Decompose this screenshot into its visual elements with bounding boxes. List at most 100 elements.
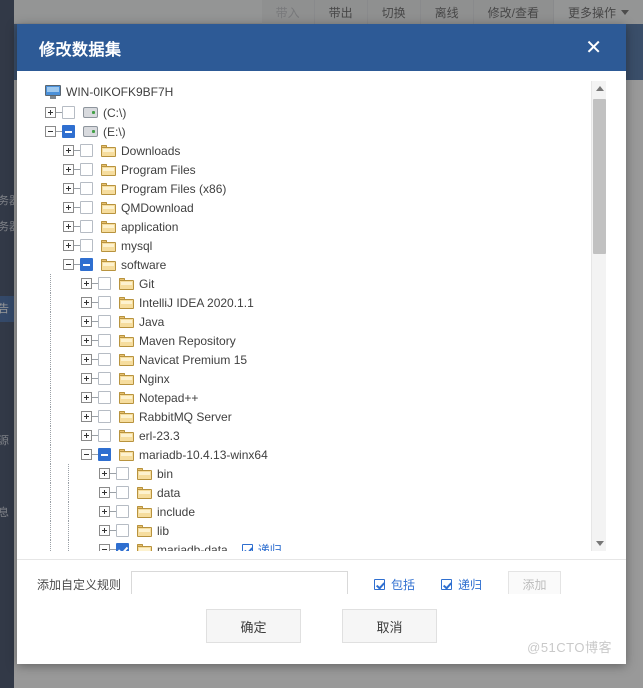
tree-node-checkbox[interactable] xyxy=(62,106,75,119)
include-checkbox[interactable]: 包括 xyxy=(374,576,415,593)
expand-icon[interactable] xyxy=(81,411,92,422)
expand-icon[interactable] xyxy=(63,240,74,251)
tree-node[interactable]: Notepad++ xyxy=(37,388,584,407)
tree-node[interactable]: Program Files xyxy=(37,160,584,179)
close-icon[interactable]: ✕ xyxy=(581,36,606,60)
tree-node[interactable]: Java xyxy=(37,312,584,331)
custom-rule-input[interactable] xyxy=(131,571,349,594)
expand-icon[interactable] xyxy=(81,392,92,403)
tree-indent xyxy=(37,350,81,369)
tree-node[interactable]: QMDownload xyxy=(37,198,584,217)
expand-icon[interactable] xyxy=(99,487,110,498)
scroll-up-icon[interactable] xyxy=(592,81,606,96)
tree-node-checkbox[interactable] xyxy=(80,144,93,157)
tree-node-checkbox[interactable] xyxy=(98,315,111,328)
tree-node-checkbox[interactable] xyxy=(80,182,93,195)
expand-icon[interactable] xyxy=(81,430,92,441)
tree-node-label: Java xyxy=(139,314,165,329)
folder-icon xyxy=(137,505,152,518)
tree-guide-line xyxy=(50,312,51,331)
tree-node-checkbox[interactable] xyxy=(98,296,111,309)
expand-icon[interactable] xyxy=(99,506,110,517)
tree-node[interactable]: mysql xyxy=(37,236,584,255)
file-tree[interactable]: WIN-0IKOFK9BF7H (C:\) (E:\) Downloads Progra… xyxy=(37,81,584,551)
expand-icon[interactable] xyxy=(63,202,74,213)
expand-icon[interactable] xyxy=(81,354,92,365)
tree-node-checkbox[interactable] xyxy=(98,372,111,385)
tree-node-checkbox[interactable] xyxy=(80,239,93,252)
tree-node-checkbox[interactable] xyxy=(116,505,129,518)
scroll-down-icon[interactable] xyxy=(592,536,606,551)
scrollbar-thumb[interactable] xyxy=(593,99,606,254)
tree-node-checkbox[interactable] xyxy=(80,258,93,271)
tree-node[interactable]: lib xyxy=(37,521,584,540)
recursive-tag-checkbox[interactable]: 递归 xyxy=(241,541,282,551)
collapse-icon[interactable] xyxy=(63,259,74,270)
tree-node-checkbox[interactable] xyxy=(98,448,111,461)
expand-icon[interactable] xyxy=(81,373,92,384)
tree-node-label: RabbitMQ Server xyxy=(139,409,232,424)
tree-node-checkbox[interactable] xyxy=(98,353,111,366)
expand-icon[interactable] xyxy=(81,278,92,289)
tree-node[interactable]: include xyxy=(37,502,584,521)
confirm-button[interactable]: 确定 xyxy=(206,609,301,643)
tree-node-checkbox[interactable] xyxy=(116,486,129,499)
tree-node-checkbox[interactable] xyxy=(98,277,111,290)
tree-node[interactable]: Downloads xyxy=(37,141,584,160)
tree-node[interactable]: bin xyxy=(37,464,584,483)
tree-node[interactable]: mariadb-10.4.13-winx64 xyxy=(37,445,584,464)
tree-node-checkbox[interactable] xyxy=(62,125,75,138)
cancel-button[interactable]: 取消 xyxy=(342,609,437,643)
tree-node-checkbox[interactable] xyxy=(80,163,93,176)
tree-node[interactable]: Program Files (x86) xyxy=(37,179,584,198)
tree-node-checkbox[interactable] xyxy=(116,524,129,537)
tree-node[interactable]: mariadb-data 递归 xyxy=(37,540,584,551)
drive-icon xyxy=(83,126,98,137)
tree-node[interactable]: erl-23.3 xyxy=(37,426,584,445)
tree-node[interactable]: Navicat Premium 15 xyxy=(37,350,584,369)
expand-icon[interactable] xyxy=(63,183,74,194)
recursive-checkbox[interactable]: 递归 xyxy=(441,576,482,593)
tree-node-checkbox[interactable] xyxy=(98,410,111,423)
tree-node[interactable]: Nginx xyxy=(37,369,584,388)
tree-node[interactable]: application xyxy=(37,217,584,236)
tree-node-checkbox[interactable] xyxy=(98,334,111,347)
collapse-icon[interactable] xyxy=(45,126,56,137)
collapse-icon[interactable] xyxy=(99,544,110,551)
drive-icon xyxy=(83,107,98,118)
tree-indent xyxy=(37,464,99,483)
folder-icon xyxy=(101,182,116,195)
tree-scrollbar[interactable] xyxy=(591,81,606,551)
expand-icon[interactable] xyxy=(99,468,110,479)
collapse-icon[interactable] xyxy=(81,449,92,460)
dialog-footer: 确定 取消 @51CTO博客 xyxy=(17,594,626,664)
tree-node[interactable]: IntelliJ IDEA 2020.1.1 xyxy=(37,293,584,312)
expand-icon[interactable] xyxy=(81,335,92,346)
tree-node[interactable]: RabbitMQ Server xyxy=(37,407,584,426)
tree-node[interactable]: (E:\) xyxy=(37,122,584,141)
tree-node-checkbox[interactable] xyxy=(80,220,93,233)
folder-icon xyxy=(119,448,134,461)
tree-node[interactable]: Git xyxy=(37,274,584,293)
expand-icon[interactable] xyxy=(81,297,92,308)
tree-node-checkbox[interactable] xyxy=(98,391,111,404)
tree-node-label: Downloads xyxy=(121,143,181,158)
tree-node-checkbox[interactable] xyxy=(116,467,129,480)
tree-node[interactable]: software xyxy=(37,255,584,274)
expand-icon[interactable] xyxy=(63,221,74,232)
tree-node-label: Git xyxy=(139,276,155,291)
tree-node[interactable]: (C:\) xyxy=(37,103,584,122)
tree-node-checkbox[interactable] xyxy=(80,201,93,214)
tree-node[interactable]: Maven Repository xyxy=(37,331,584,350)
tree-node[interactable]: data xyxy=(37,483,584,502)
expand-icon[interactable] xyxy=(45,107,56,118)
expand-icon[interactable] xyxy=(63,164,74,175)
add-rule-button[interactable]: 添加 xyxy=(508,570,562,594)
expand-icon[interactable] xyxy=(99,525,110,536)
expand-icon[interactable] xyxy=(81,316,92,327)
tree-node-checkbox[interactable] xyxy=(116,543,129,551)
tree-root-node[interactable]: WIN-0IKOFK9BF7H xyxy=(37,81,584,103)
expand-icon[interactable] xyxy=(63,145,74,156)
tree-node-checkbox[interactable] xyxy=(98,429,111,442)
tree-guide-line xyxy=(50,464,51,483)
